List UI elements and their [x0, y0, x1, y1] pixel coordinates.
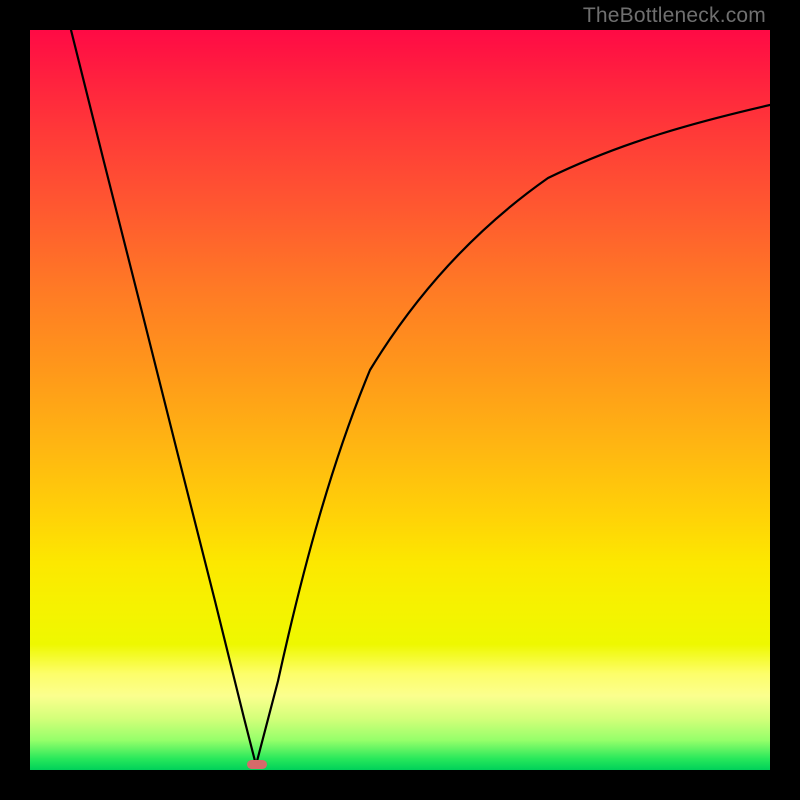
- curve-left-branch: [71, 30, 256, 765]
- minimum-marker: [247, 760, 267, 769]
- plot-area: [30, 30, 770, 770]
- bottleneck-curve: [30, 30, 770, 770]
- watermark-text: TheBottleneck.com: [583, 4, 766, 28]
- curve-right-branch: [256, 105, 770, 765]
- chart-frame: TheBottleneck.com: [0, 0, 800, 800]
